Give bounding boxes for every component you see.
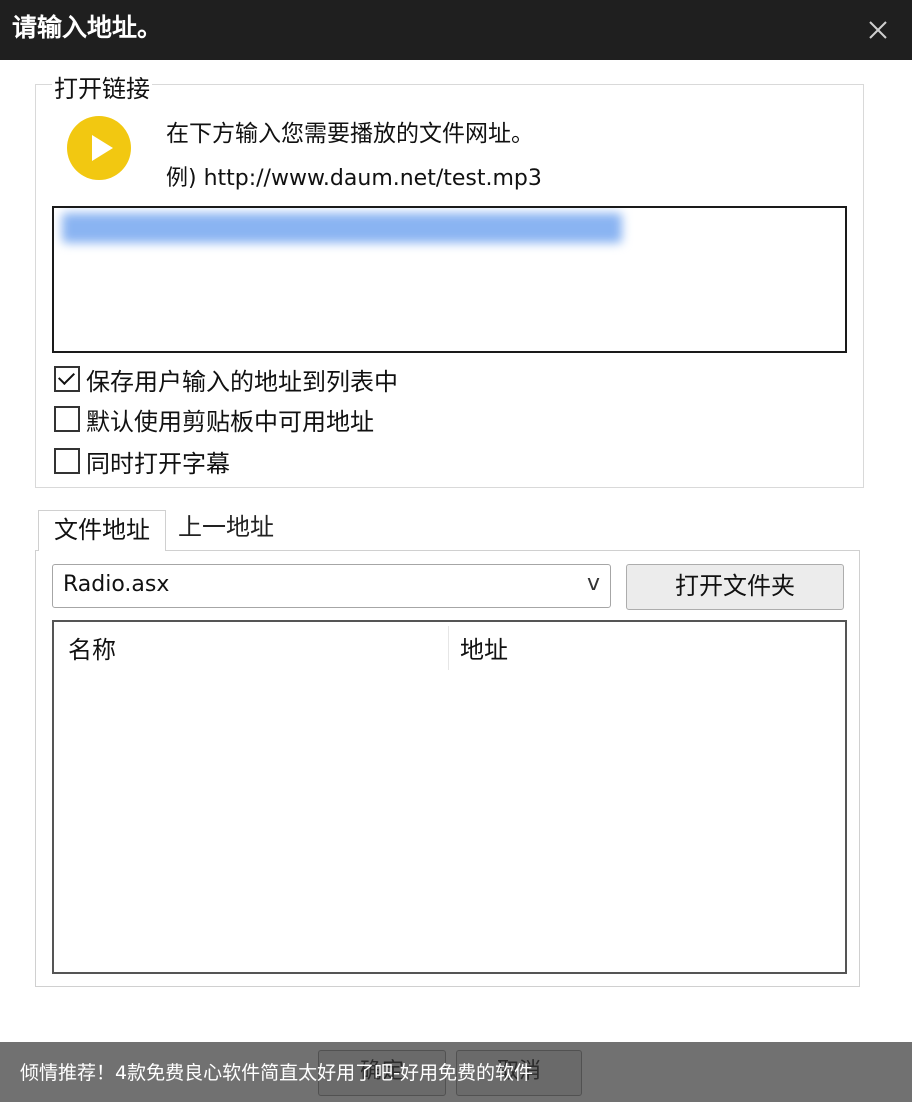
open-subtitle-checkbox[interactable]: [54, 448, 80, 474]
column-divider: [448, 626, 449, 670]
address-list[interactable]: 名称 地址: [52, 620, 847, 974]
save-to-list-label: 保存用户输入的地址到列表中: [86, 367, 398, 396]
column-header-address[interactable]: 地址: [460, 630, 508, 665]
chevron-down-icon: v: [586, 571, 600, 596]
close-button[interactable]: [858, 10, 898, 50]
title-bar: 请输入地址。: [0, 0, 912, 60]
url-input[interactable]: [52, 206, 847, 353]
tab-file-address[interactable]: 文件地址: [38, 510, 166, 551]
open-subtitle-label: 同时打开字幕: [86, 449, 230, 478]
save-to-list-checkbox[interactable]: [54, 366, 80, 392]
watermark-text: 倾情推荐！4款免费良心软件简直太好用了吧-好用免费的软件: [20, 1062, 533, 1084]
blurred-url-text: [62, 213, 622, 243]
tab-previous-address[interactable]: 上一地址: [178, 510, 274, 550]
column-header-name[interactable]: 名称: [68, 630, 116, 665]
open-link-legend: 打开链接: [52, 69, 152, 104]
file-select[interactable]: Radio.asx v: [52, 564, 611, 608]
file-select-value: Radio.asx: [63, 572, 170, 597]
open-folder-button[interactable]: 打开文件夹: [626, 564, 844, 610]
save-to-list-option[interactable]: 保存用户输入的地址到列表中: [54, 364, 398, 396]
example-text: 例) http://www.daum.net/test.mp3: [166, 166, 542, 191]
use-clipboard-option[interactable]: 默认使用剪贴板中可用地址: [54, 404, 374, 436]
use-clipboard-checkbox[interactable]: [54, 406, 80, 432]
instruction-text: 在下方输入您需要播放的文件网址。: [166, 121, 534, 147]
use-clipboard-label: 默认使用剪贴板中可用地址: [86, 407, 374, 436]
play-icon: [67, 116, 131, 180]
close-icon: [869, 21, 887, 39]
window-title: 请输入地址。: [12, 13, 163, 42]
open-subtitle-option[interactable]: 同时打开字幕: [54, 446, 230, 478]
